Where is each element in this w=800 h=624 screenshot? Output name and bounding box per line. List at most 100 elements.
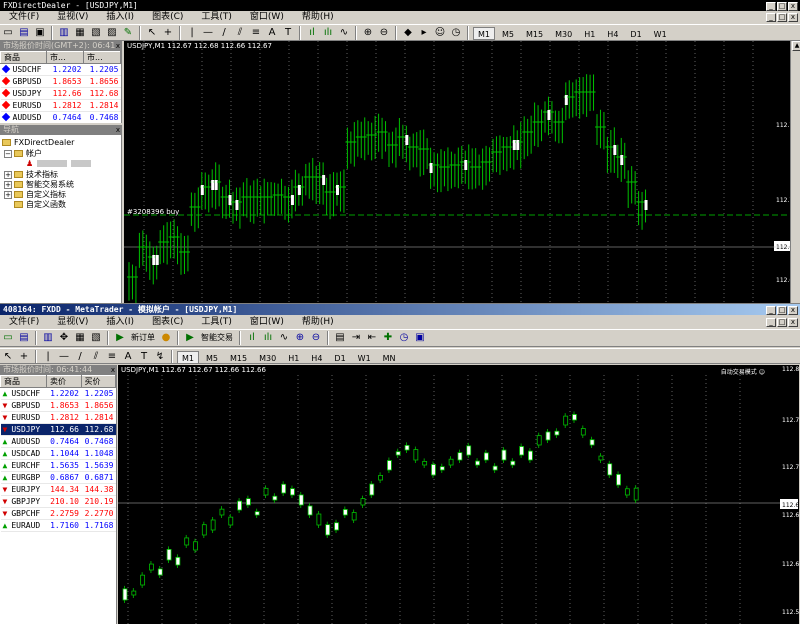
child-restore-button[interactable]: □ <box>777 13 787 22</box>
zoom-out-icon[interactable]: ⊖ <box>309 331 323 345</box>
timeframe-h1[interactable]: H1 <box>579 26 601 40</box>
open-icon[interactable]: ▤ <box>17 26 31 40</box>
label-icon[interactable]: T <box>137 350 151 363</box>
child-close-button[interactable]: x <box>788 318 798 327</box>
chart-canvas[interactable]: 112.75112.70112.67112.65112.67 <box>124 41 790 303</box>
navigator-icon[interactable]: ▧ <box>89 26 103 40</box>
indicators-icon[interactable]: ✚ <box>381 331 395 345</box>
menu-tools[interactable]: 工具(T) <box>192 316 241 329</box>
quote-row[interactable]: ▲ USDCAD 1.1044 1.1048 <box>0 447 116 460</box>
fibonacci-icon[interactable]: ≡ <box>105 350 119 363</box>
close-icon[interactable]: x <box>111 365 115 375</box>
quote-row[interactable]: ▼ USDJPY 112.66 112.68 <box>0 423 116 436</box>
expert-advisors-icon[interactable]: ● <box>159 331 173 345</box>
line-chart-icon[interactable]: ∿ <box>337 26 351 40</box>
period-icon[interactable]: ◷ <box>449 26 463 40</box>
timeframe-w1[interactable]: W1 <box>352 350 376 363</box>
timeframe-mn[interactable]: MN <box>377 350 401 363</box>
quote-symbol[interactable]: ▲ EURGBP <box>0 471 47 484</box>
child-restore-button[interactable]: □ <box>777 318 787 327</box>
zoom-in-icon[interactable]: ⊕ <box>361 26 375 40</box>
chart-shift-icon[interactable]: ⇤ <box>365 331 379 345</box>
menu-charts[interactable]: 图表(C) <box>143 11 192 24</box>
quote-symbol[interactable]: GBPUSD <box>0 75 47 88</box>
minimize-button[interactable]: _ <box>766 2 776 11</box>
text-icon[interactable]: A <box>265 26 279 40</box>
timeframe-h4[interactable]: H4 <box>306 350 328 363</box>
navigator-scripts[interactable]: 自定义函数 <box>14 200 66 210</box>
navigator-icon[interactable]: ✥ <box>57 331 71 345</box>
chart-shift-icon[interactable]: ▸ <box>417 26 431 40</box>
bar-chart-icon[interactable]: ıl <box>245 331 259 345</box>
tester-icon[interactable]: ▧ <box>89 331 103 345</box>
quote-row[interactable]: ▲ AUDUSD 0.7464 0.7468 <box>0 435 116 448</box>
quote-row[interactable]: ▼ GBPUSD 1.8653 1.8656 <box>0 399 116 412</box>
quote-symbol[interactable]: ▲ EURAUD <box>0 519 47 532</box>
child-minimize-button[interactable]: _ <box>766 13 776 22</box>
timeframe-m15[interactable]: M15 <box>521 26 549 40</box>
col-ask[interactable]: 买价 <box>80 375 116 388</box>
crosshair-icon[interactable]: + <box>17 350 31 363</box>
quote-symbol[interactable]: ▲ USDCAD <box>0 447 47 460</box>
quote-row[interactable]: EURUSD 1.2812 1.2814 <box>0 99 121 112</box>
market-watch-icon[interactable]: ▥ <box>41 331 55 345</box>
col-symbol[interactable]: 商品 <box>0 375 47 388</box>
quote-symbol[interactable]: ▲ EURCHF <box>0 459 47 472</box>
auto-trading-button[interactable]: 智能交易 <box>198 331 236 345</box>
quote-row[interactable]: ▼ GBPCHF 2.2759 2.2770 <box>0 507 116 520</box>
horizontal-line-icon[interactable]: — <box>57 350 71 363</box>
menu-help[interactable]: 帮助(H) <box>293 316 343 329</box>
quote-symbol[interactable]: USDCHF <box>0 63 47 76</box>
arrows-icon[interactable]: ↯ <box>153 350 167 363</box>
market-watch-icon[interactable]: ▥ <box>57 26 71 40</box>
quote-row[interactable]: ▲ EURGBP 0.6867 0.6871 <box>0 471 116 484</box>
timeframe-m30[interactable]: M30 <box>254 350 282 363</box>
vertical-line-icon[interactable]: | <box>185 26 199 40</box>
profiles-icon[interactable]: ▤ <box>17 331 31 345</box>
usdjpy-chart[interactable]: 112.75112.70112.67112.65112.67 USDJPY,M1… <box>124 41 790 303</box>
trendline-icon[interactable]: / <box>217 26 231 40</box>
quote-symbol[interactable]: ▼ GBPCHF <box>0 507 47 520</box>
menu-window[interactable]: 窗口(W) <box>241 11 293 24</box>
cursor-icon[interactable]: ↖ <box>145 26 159 40</box>
quote-symbol[interactable]: ▲ AUDUSD <box>0 435 47 448</box>
candle-chart-icon[interactable]: ılı <box>321 26 335 40</box>
menu-window[interactable]: 窗口(W) <box>241 316 293 329</box>
timeframe-m15[interactable]: M15 <box>225 350 253 363</box>
timeframe-m1[interactable]: M1 <box>473 26 495 40</box>
timeframe-m5[interactable]: M5 <box>497 26 519 40</box>
vertical-line-icon[interactable]: | <box>41 350 55 363</box>
maximize-button[interactable]: □ <box>777 2 787 11</box>
channel-icon[interactable]: ⫽ <box>233 26 247 40</box>
menu-view[interactable]: 显视(V) <box>48 316 97 329</box>
quote-symbol[interactable]: ▼ USDJPY <box>0 423 47 436</box>
col-bid[interactable]: 市... <box>46 51 84 64</box>
quote-symbol[interactable]: ▼ EURJPY <box>0 483 47 496</box>
timeframe-d1[interactable]: D1 <box>329 350 351 363</box>
quote-row[interactable]: ▼ GBPJPY 210.10 210.19 <box>0 495 116 508</box>
close-button[interactable]: x <box>788 2 798 11</box>
menu-help[interactable]: 帮助(H) <box>293 11 343 24</box>
scroll-up-icon[interactable]: ▲ <box>792 41 800 51</box>
terminal-icon[interactable]: ▨ <box>105 26 119 40</box>
quote-row[interactable]: USDJPY 112.66 112.68 <box>0 87 121 100</box>
quote-symbol[interactable]: EURUSD <box>0 99 47 112</box>
child-minimize-button[interactable]: _ <box>766 318 776 327</box>
quote-row[interactable]: ▲ EURCHF 1.5635 1.5639 <box>0 459 116 472</box>
menu-file[interactable]: 文件(F) <box>0 11 48 24</box>
quote-symbol[interactable]: AUDUSD <box>0 111 47 123</box>
navigator-experts[interactable]: + 智能交易系统 <box>4 180 74 190</box>
col-symbol[interactable]: 商品 <box>0 51 47 64</box>
profiles-icon[interactable]: ▣ <box>33 26 47 40</box>
terminal-icon[interactable]: ▦ <box>73 331 87 345</box>
expert-icon[interactable]: ☺ <box>433 26 447 40</box>
minimize-button[interactable]: _ <box>766 306 776 315</box>
crosshair-icon[interactable]: + <box>161 26 175 40</box>
text-icon[interactable]: A <box>121 350 135 363</box>
col-ask[interactable]: 市... <box>83 51 121 64</box>
auto-trading-icon[interactable]: ▶ <box>183 331 197 345</box>
timeframe-m1[interactable]: M1 <box>177 350 199 363</box>
cursor-icon[interactable]: ↖ <box>1 350 15 363</box>
fibonacci-icon[interactable]: ≡ <box>249 26 263 40</box>
close-icon[interactable]: x <box>116 41 120 51</box>
